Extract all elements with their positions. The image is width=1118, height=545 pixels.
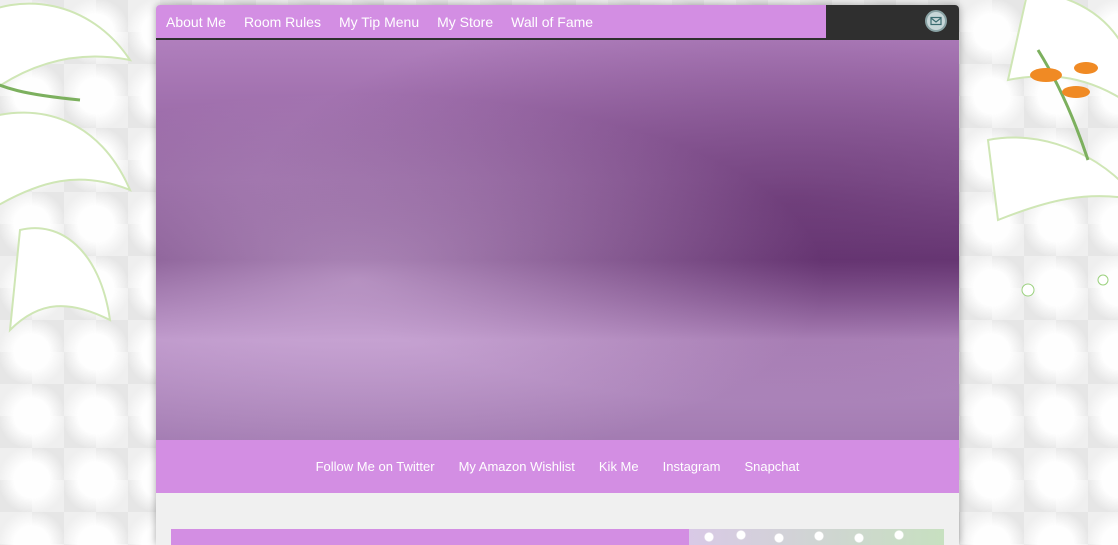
nav-wall-of-fame[interactable]: Wall of Fame [511,14,593,30]
hero-image-overlay [156,40,959,440]
nav-my-store[interactable]: My Store [437,14,493,30]
link-amazon-wishlist[interactable]: My Amazon Wishlist [459,459,575,474]
content-header-bar [171,529,944,545]
top-navigation: About Me Room Rules My Tip Menu My Store… [156,5,959,40]
link-snapchat[interactable]: Snapchat [744,459,799,474]
top-nav-dark-area [826,5,959,38]
link-twitter[interactable]: Follow Me on Twitter [316,459,435,474]
nav-room-rules[interactable]: Room Rules [244,14,321,30]
hero-banner-image [156,40,959,440]
nav-tip-menu[interactable]: My Tip Menu [339,14,419,30]
lily-decoration-right [986,0,1118,297]
nav-about-me[interactable]: About Me [166,14,226,30]
top-menu: About Me Room Rules My Tip Menu My Store… [156,5,826,38]
social-navigation: Follow Me on Twitter My Amazon Wishlist … [156,440,959,493]
mail-icon [930,16,942,26]
page-container: About Me Room Rules My Tip Menu My Store… [156,5,959,545]
lily-decoration-left [0,2,133,333]
flower-strip-decoration [689,529,944,545]
link-instagram[interactable]: Instagram [663,459,721,474]
link-kik[interactable]: Kik Me [599,459,639,474]
mail-button[interactable] [925,10,947,32]
